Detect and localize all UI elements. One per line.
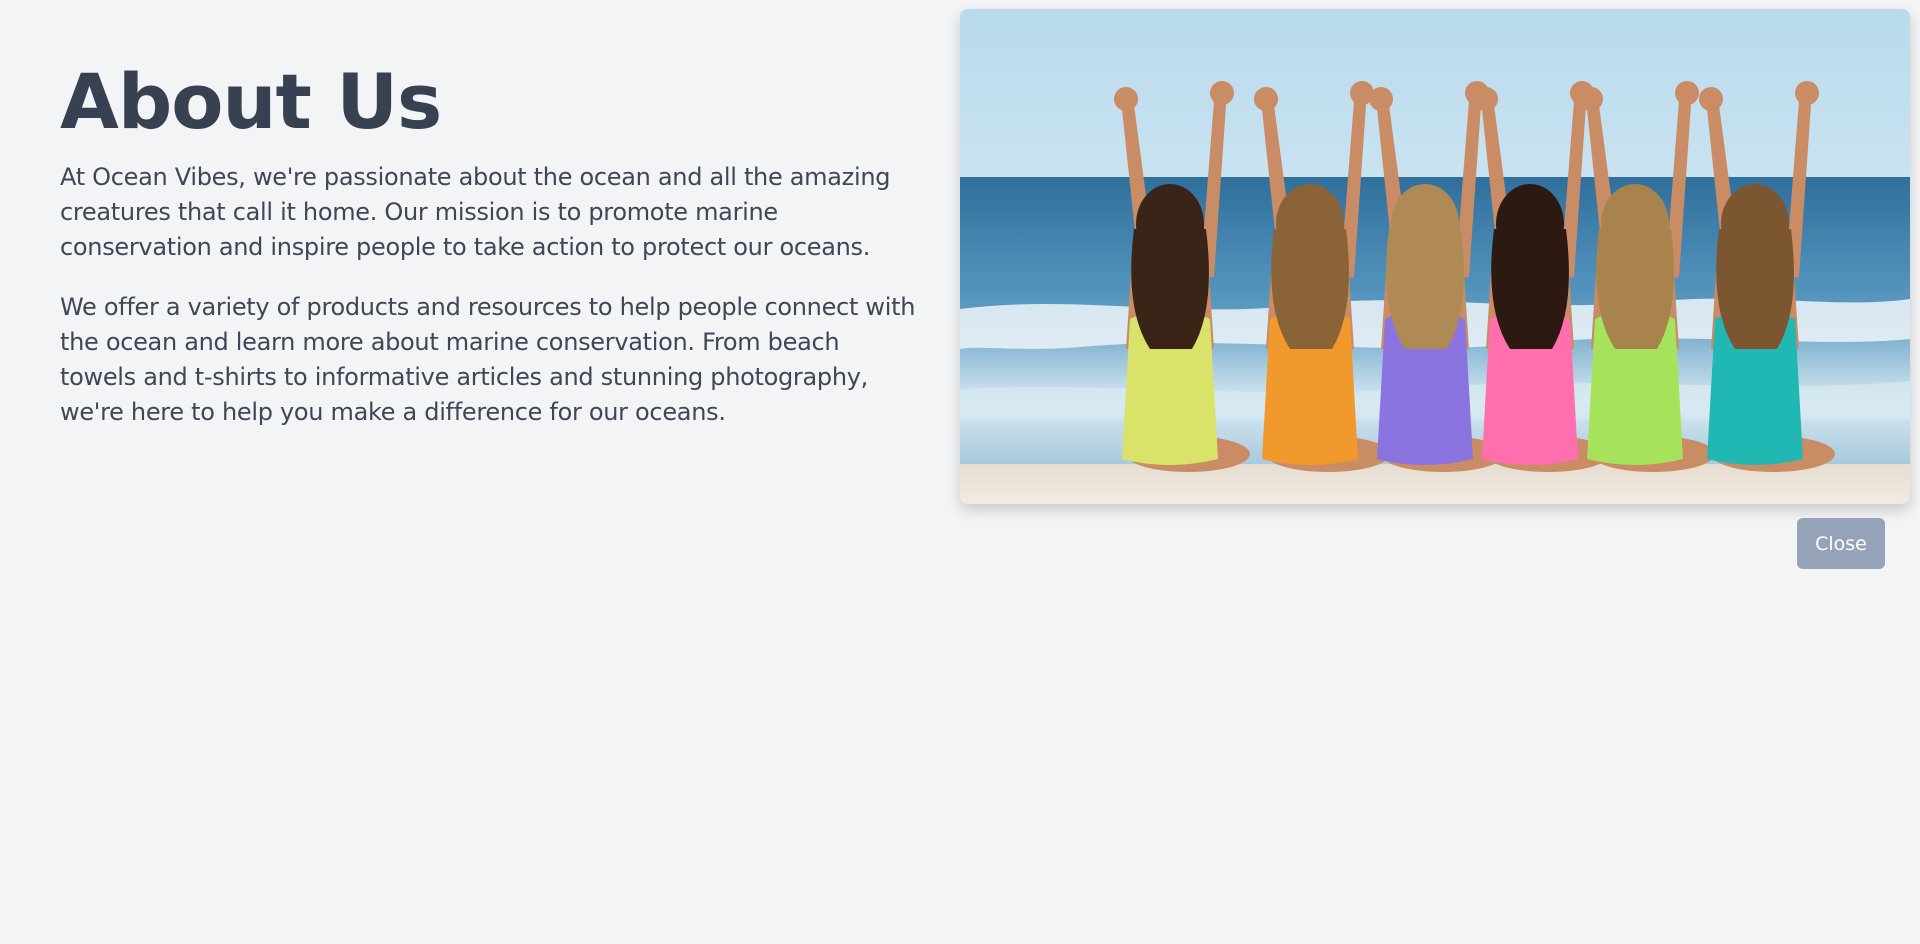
- long-hair: [1596, 229, 1674, 349]
- about-paragraph-mission: At Ocean Vibes, we're passionate about t…: [60, 163, 891, 261]
- hand-left: [1369, 87, 1393, 111]
- hand-right: [1210, 81, 1234, 105]
- sky: [960, 9, 1910, 179]
- beach-photo-illustration: [960, 9, 1910, 504]
- about-page: About Us At Ocean Vibes, we're passionat…: [0, 0, 1920, 944]
- page-title: About Us: [60, 57, 442, 146]
- about-paragraph-products: We offer a variety of products and resou…: [60, 293, 916, 426]
- long-hair: [1491, 229, 1569, 349]
- long-hair: [1716, 229, 1794, 349]
- hand-right: [1675, 81, 1699, 105]
- hand-left: [1114, 87, 1138, 111]
- hand-left: [1579, 87, 1603, 111]
- hand-left: [1254, 87, 1278, 111]
- long-hair: [1386, 229, 1464, 349]
- beach-photo: [960, 9, 1910, 504]
- hand-left: [1474, 87, 1498, 111]
- long-hair: [1131, 229, 1209, 349]
- close-button[interactable]: Close: [1797, 518, 1885, 569]
- hand-right: [1795, 81, 1819, 105]
- about-section: About Us At Ocean Vibes, we're passionat…: [60, 58, 920, 455]
- long-hair: [1271, 229, 1349, 349]
- hand-left: [1699, 87, 1723, 111]
